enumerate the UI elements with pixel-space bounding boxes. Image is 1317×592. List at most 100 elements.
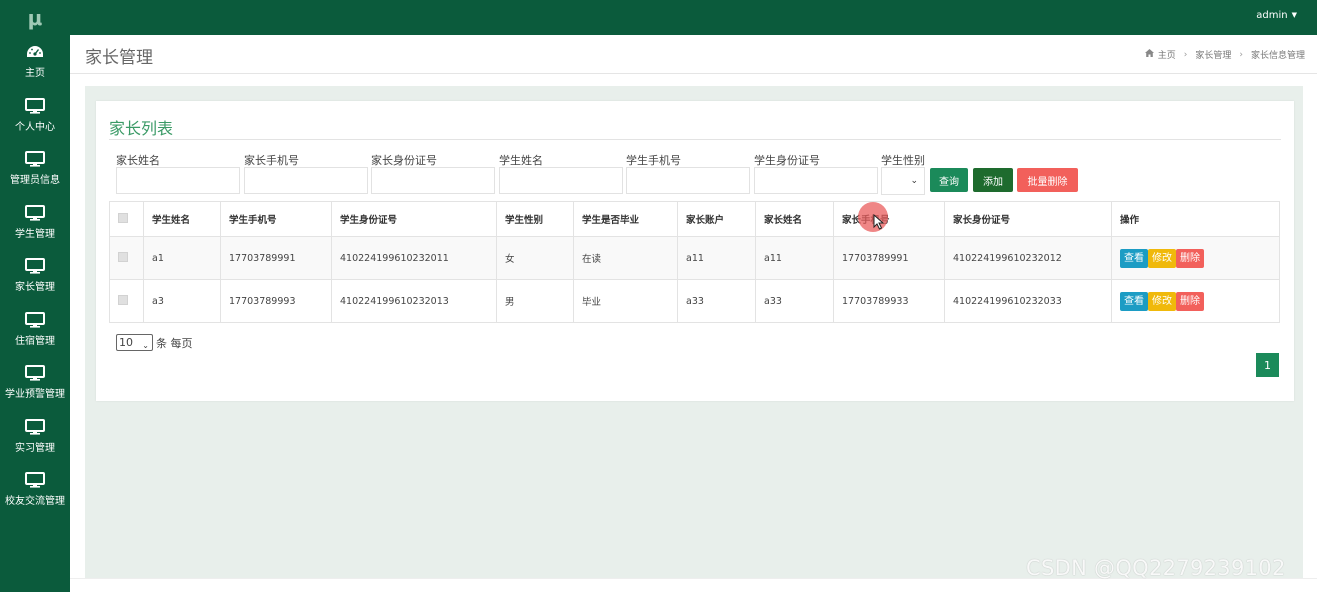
cell-parent-name: a11 [755,236,834,280]
monitor-icon [25,365,45,381]
student-phone-input[interactable] [626,167,750,194]
sidebar-item-label: 个人中心 [15,121,55,133]
filter-label-student-phone: 学生手机号 [626,154,681,167]
column-header[interactable]: 家长姓名 [755,201,834,237]
column-header[interactable]: 家长身份证号 [944,201,1112,237]
delete-button[interactable]: 删除 [1176,291,1204,311]
parent-name-input[interactable] [116,167,240,194]
monitor-icon [25,311,45,328]
sidebar-item-personal-center[interactable]: 个人中心 [0,89,70,143]
search-button[interactable]: 查询 [930,168,968,192]
monitor-icon [25,258,45,274]
sidebar-item-label: 学生管理 [15,228,55,240]
cell-student-id: 410224199610232013 [331,279,497,323]
cell-parent-account: a33 [677,279,756,323]
column-header-actions: 操作 [1111,201,1280,237]
filter-label-student-id: 学生身份证号 [754,154,820,167]
divider [109,139,1281,140]
chevron-down-icon: ⌄ [142,341,149,350]
monitor-icon [25,418,45,435]
cell-student-name: a3 [143,279,221,323]
column-header[interactable]: 学生是否毕业 [573,201,678,237]
monitor-icon [25,151,45,167]
cursor-icon [873,214,885,230]
cell-actions: 查看 修改 删除 [1111,236,1280,280]
table-row[interactable]: a3 17703789993 410224199610232013 男 毕业 a… [109,279,1280,323]
sidebar-item-home[interactable]: 主页 [0,35,70,89]
sidebar-item-dorm-management[interactable]: 住宿管理 [0,303,70,357]
cell-student-gender: 男 [496,279,574,323]
column-header[interactable]: 家长账户 [677,201,756,237]
edit-button[interactable]: 修改 [1148,291,1176,311]
sidebar-item-label: 家长管理 [15,282,55,294]
student-name-input[interactable] [499,167,623,194]
sidebar-item-label: 实习管理 [15,442,55,454]
user-menu[interactable]: admin ▼ [1256,10,1297,21]
cell-parent-phone: 17703789991 [833,236,945,280]
delete-button[interactable]: 删除 [1176,248,1204,268]
breadcrumb-parent-management[interactable]: 家长管理 [1195,48,1231,61]
column-header[interactable]: 家长手机号 [833,201,945,237]
sidebar: μ 主页 个人中心 管理员信息 学生管理 家长管理 住宿管理 学业预警管理 实习… [0,0,70,592]
student-gender-select[interactable]: ⌄ [881,167,925,195]
sidebar-item-academic-warning[interactable]: 学业预警管理 [0,356,70,410]
parent-list-panel: 家长列表 家长姓名 家长手机号 家长身份证号 学生姓名 学生手机号 学生身份证号… [96,101,1294,401]
parent-id-input[interactable] [371,167,495,194]
page-size-control: 10 ⌄ 条 每页 [116,334,193,351]
sidebar-item-parent-management[interactable]: 家长管理 [0,249,70,303]
monitor-icon [25,97,45,114]
sidebar-item-student-management[interactable]: 学生管理 [0,196,70,250]
select-all-checkbox[interactable] [118,212,128,223]
sidebar-item-label: 校友交流管理 [5,496,65,508]
monitor-icon [25,204,45,221]
cell-parent-account: a11 [677,236,756,280]
logo: μ [27,5,43,30]
monitor-icon [25,472,45,488]
row-checkbox[interactable] [118,294,128,305]
row-checkbox[interactable] [118,251,128,262]
pagination-page-1[interactable]: 1 [1256,353,1279,377]
add-button[interactable]: 添加 [973,168,1013,192]
column-header[interactable]: 学生姓名 [143,201,221,237]
view-button[interactable]: 查看 [1120,291,1148,311]
column-header[interactable]: 学生性别 [496,201,574,237]
page-size-select[interactable]: 10 ⌄ [116,334,153,351]
breadcrumb-current: 家长信息管理 [1250,51,1305,61]
student-id-input[interactable] [754,167,878,194]
table-header-row: 学生姓名 学生手机号 学生身份证号 学生性别 学生是否毕业 家长账户 家长姓名 … [109,201,1280,237]
sidebar-item-admin-info[interactable]: 管理员信息 [0,142,70,196]
sidebar-item-alumni[interactable]: 校友交流管理 [0,463,70,517]
edit-button[interactable]: 修改 [1148,248,1176,268]
cell-graduated: 在读 [573,236,678,280]
cell-student-name: a1 [143,236,221,280]
row-select-cell [109,279,144,323]
parent-phone-input[interactable] [244,167,368,194]
breadcrumb-home[interactable]: 主页 [1158,48,1176,61]
top-bar: admin ▼ [70,0,1317,35]
table-row[interactable]: a1 17703789991 410224199610232011 女 在读 a… [109,236,1280,280]
home-icon [1144,49,1154,60]
cell-student-phone: 17703789991 [220,236,332,280]
cell-parent-phone: 17703789933 [833,279,945,323]
page-header: 家长管理 主页 › 家长管理 › 家长信息管理 [70,35,1317,74]
page-title: 家长管理 [85,48,153,68]
filter-label-parent-phone: 家长手机号 [244,154,299,167]
cell-student-id: 410224199610232011 [331,236,497,280]
sidebar-item-label: 管理员信息 [10,175,60,187]
cell-student-gender: 女 [496,236,574,280]
cell-actions: 查看 修改 删除 [1111,279,1280,323]
breadcrumb-separator: › [1183,49,1188,60]
chevron-down-icon: ⌄ [910,176,918,186]
column-header[interactable]: 学生手机号 [220,201,332,237]
sidebar-item-internship[interactable]: 实习管理 [0,410,70,464]
view-button[interactable]: 查看 [1120,248,1148,268]
filter-label-parent-id: 家长身份证号 [371,154,437,167]
batch-delete-button[interactable]: 批量删除 [1017,168,1078,192]
page-size-value: 10 [119,336,133,349]
filter-label-parent-name: 家长姓名 [116,154,160,167]
cell-parent-id: 410224199610232012 [944,236,1112,280]
cell-parent-id: 410224199610232033 [944,279,1112,323]
caret-down-icon: ▼ [1291,11,1297,19]
column-header[interactable]: 学生身份证号 [331,201,497,237]
row-select-cell [109,236,144,280]
